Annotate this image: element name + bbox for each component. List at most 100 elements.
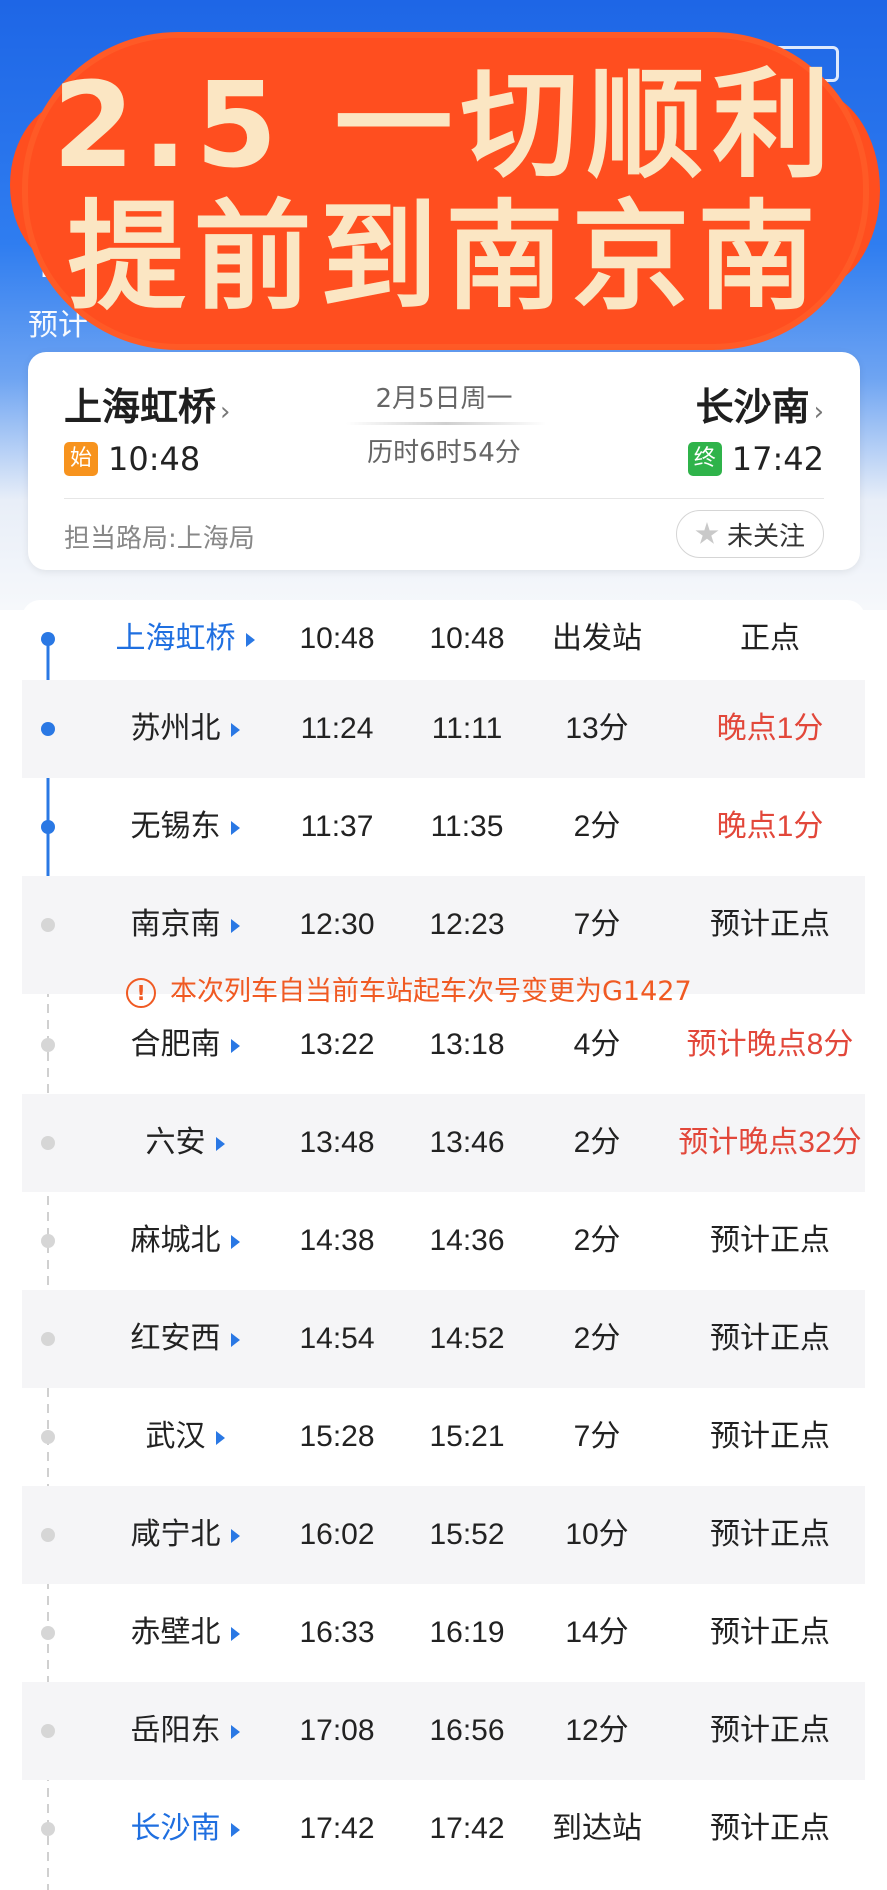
departure-time-text: 16:19 [429, 1616, 505, 1649]
departure-time: 16:56 [392, 1682, 542, 1780]
station-name-text: 南京南 [130, 908, 221, 941]
punctuality-status-text: 预计正点 [710, 1616, 830, 1649]
station-name-text: 长沙南 [130, 1812, 221, 1845]
route-arrow-line [346, 422, 546, 425]
destination-time-group: 终 17:42 [687, 438, 824, 478]
play-arrow-icon [230, 919, 240, 934]
station-name-text: 上海虹桥 [115, 622, 236, 655]
station-row[interactable]: 武汉 15:28 15:21 7分 预计正点 [22, 1388, 865, 1486]
punctuality-status: 预计正点 [650, 1192, 865, 1290]
overlay-banner: 2.5 一切顺利 提前到南京南 [28, 38, 863, 344]
overlay-line-2: 提前到南京南 [67, 188, 824, 326]
punctuality-status-text: 预计晚点8分 [686, 1028, 854, 1061]
station-row[interactable]: 上海虹桥 10:48 10:48 出发站 正点 [22, 600, 865, 678]
passed-station-dot [41, 722, 55, 736]
station-name[interactable]: 长沙南 [80, 1780, 290, 1878]
departure-time-text: 11:35 [430, 810, 504, 843]
station-row[interactable]: 咸宁北 16:02 15:52 10分 预计正点 [22, 1486, 865, 1584]
punctuality-status: 预计正点 [650, 1780, 865, 1878]
station-name[interactable]: 苏州北 [80, 680, 290, 778]
punctuality-status-text: 预计正点 [710, 1812, 830, 1845]
upcoming-station-dot [41, 1430, 55, 1444]
punctuality-status-text: 预计正点 [710, 908, 830, 941]
station-row[interactable]: 苏州北 11:24 11:11 13分 晚点1分 [22, 680, 865, 778]
play-arrow-icon [230, 1235, 240, 1250]
departure-time-text: 14:52 [429, 1322, 505, 1355]
play-arrow-icon [245, 633, 255, 648]
station-name[interactable]: 六安 [80, 1094, 290, 1192]
follow-button[interactable]: 未关注 [675, 510, 824, 558]
station-row[interactable]: 六安 13:48 13:46 2分 预计晚点32分 [22, 1094, 865, 1192]
station-list: 上海虹桥 10:48 10:48 出发站 正点 苏州北 11:24 11:11 13分 晚点1分无… [22, 600, 865, 1890]
station-name[interactable]: 咸宁北 [80, 1486, 290, 1584]
upcoming-station-dot [41, 1626, 55, 1640]
station-row[interactable]: 长沙南 17:42 17:42 到达站 预计正点 [22, 1780, 865, 1878]
departure-time: 14:36 [392, 1192, 542, 1290]
play-arrow-icon [230, 821, 240, 836]
stop-duration-text: 到达站 [552, 1812, 642, 1845]
station-row[interactable]: 无锡东 11:37 11:35 2分 晚点1分 [22, 778, 865, 876]
departure-time-text: 10:48 [429, 622, 505, 655]
punctuality-status: 预计正点 [650, 1584, 865, 1682]
stop-duration-text: 7分 [573, 1420, 621, 1453]
departure-time: 15:21 [392, 1388, 542, 1486]
station-name[interactable]: 南京南 [80, 876, 290, 974]
arrival-time-text: 17:08 [299, 1714, 375, 1747]
punctuality-status-text: 预计晚点32分 [678, 1126, 862, 1159]
departure-time-text: 15:52 [429, 1518, 505, 1551]
station-name[interactable]: 上海虹桥 [80, 600, 290, 678]
upcoming-station-dot [41, 1332, 55, 1346]
stop-duration-text: 13分 [565, 712, 629, 745]
station-name-text: 无锡东 [130, 810, 221, 843]
departure-time: 14:52 [392, 1290, 542, 1388]
upcoming-station-dot [41, 1136, 55, 1150]
station-name[interactable]: 无锡东 [80, 778, 290, 876]
punctuality-status: 预计正点 [650, 1486, 865, 1584]
play-arrow-icon [230, 1529, 240, 1544]
play-arrow-icon [230, 1823, 240, 1838]
station-name-text: 红安西 [130, 1322, 221, 1355]
arrival-time-text: 11:24 [300, 712, 374, 745]
punctuality-status-text: 晚点1分 [716, 712, 824, 745]
station-row[interactable]: 赤壁北 16:33 16:19 14分 预计正点 [22, 1584, 865, 1682]
punctuality-status-text: 预计正点 [710, 1420, 830, 1453]
punctuality-status: 晚点1分 [650, 778, 865, 876]
station-name[interactable]: 红安西 [80, 1290, 290, 1388]
arrival-time: 16:02 [262, 1486, 412, 1584]
departure-time-text: 16:56 [429, 1714, 505, 1747]
arrival-time: 15:28 [262, 1388, 412, 1486]
station-name[interactable]: 麻城北 [80, 1192, 290, 1290]
station-row[interactable]: 红安西 14:54 14:52 2分 预计正点 [22, 1290, 865, 1388]
stop-duration-text: 2分 [573, 1224, 621, 1257]
stop-duration-text: 10分 [565, 1518, 629, 1551]
departure-time-text: 11:11 [431, 712, 503, 745]
station-name-text: 岳阳东 [130, 1714, 221, 1747]
follow-label: 未关注 [726, 521, 805, 552]
departure-time-text: 12:23 [429, 908, 505, 941]
punctuality-status: 正点 [650, 600, 865, 678]
star-icon [695, 522, 719, 544]
departure-time: 17:42 [392, 1780, 542, 1878]
arrival-time-text: 13:22 [299, 1028, 375, 1061]
punctuality-status-text: 预计正点 [710, 1322, 830, 1355]
punctuality-status-text: 预计正点 [710, 1518, 830, 1551]
upcoming-station-dot [41, 1822, 55, 1836]
arrival-time: 11:24 [262, 680, 412, 778]
station-name[interactable]: 武汉 [80, 1388, 290, 1486]
upcoming-station-dot [41, 918, 55, 932]
arrival-time-text: 15:28 [299, 1420, 375, 1453]
station-name[interactable]: 赤壁北 [80, 1584, 290, 1682]
end-badge: 终 [687, 442, 722, 476]
arrival-time: 11:37 [262, 778, 412, 876]
arrival-time: 14:38 [262, 1192, 412, 1290]
arrival-time-text: 12:30 [299, 908, 375, 941]
punctuality-status: 预计正点 [650, 876, 865, 974]
departure-time: 11:11 [392, 680, 542, 778]
station-name-text: 苏州北 [130, 712, 221, 745]
station-row[interactable]: 岳阳东 17:08 16:56 12分 预计正点 [22, 1682, 865, 1780]
station-name[interactable]: 岳阳东 [80, 1682, 290, 1780]
arrival-time-text: 14:38 [299, 1224, 375, 1257]
punctuality-status-text: 预计正点 [710, 1224, 830, 1257]
station-row[interactable]: 麻城北 14:38 14:36 2分 预计正点 [22, 1192, 865, 1290]
station-name-text: 武汉 [145, 1420, 206, 1453]
